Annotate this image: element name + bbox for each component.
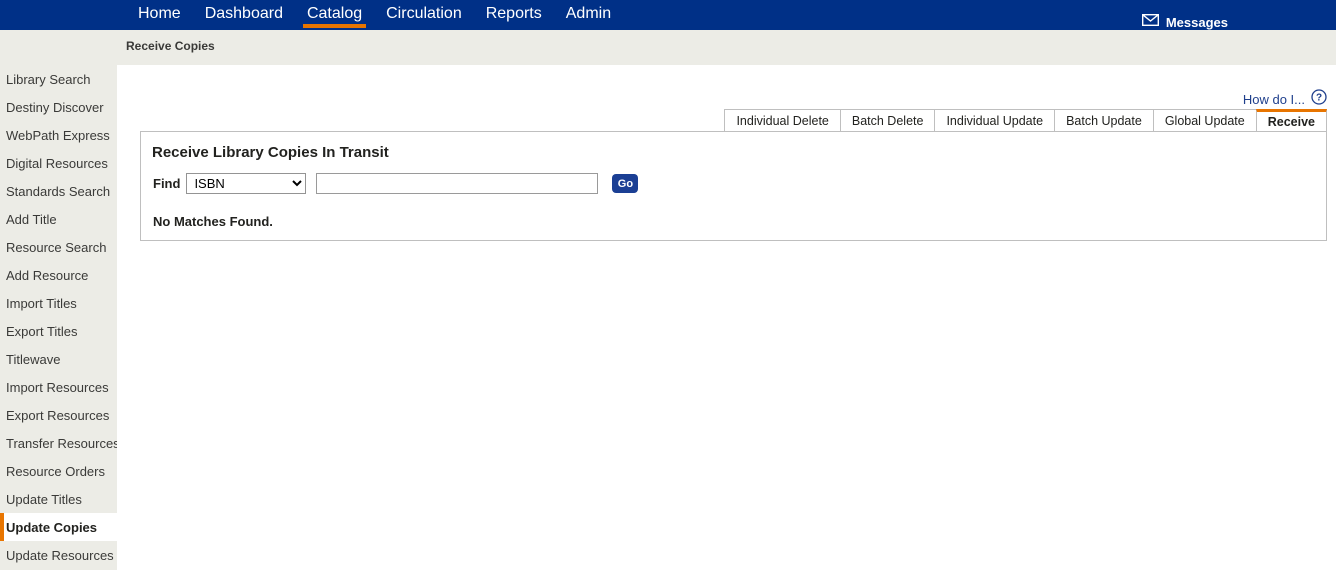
sidebar-item-titlewave[interactable]: Titlewave [0, 345, 117, 373]
sidebar-item-add-title[interactable]: Add Title [0, 205, 117, 233]
sidebar-item-destiny-discover[interactable]: Destiny Discover [0, 93, 117, 121]
how-do-i-help-link[interactable]: How do I... ? [1243, 89, 1327, 110]
tab-individual-delete[interactable]: Individual Delete [724, 109, 839, 132]
top-navigation-items: HomeDashboardCatalogCirculationReportsAd… [126, 0, 623, 26]
nav-item-admin[interactable]: Admin [554, 0, 623, 26]
tab-batch-update[interactable]: Batch Update [1054, 109, 1153, 132]
main-content: How do I... ? Individual DeleteBatch Del… [117, 65, 1336, 570]
sidebar-item-resource-orders[interactable]: Resource Orders [0, 457, 117, 485]
tab-individual-update[interactable]: Individual Update [934, 109, 1054, 132]
tab-receive[interactable]: Receive [1256, 109, 1327, 132]
sidebar-item-import-resources[interactable]: Import Resources [0, 373, 117, 401]
sidebar-item-export-titles[interactable]: Export Titles [0, 317, 117, 345]
sidebar-item-resource-search[interactable]: Resource Search [0, 233, 117, 261]
nav-item-circulation[interactable]: Circulation [374, 0, 474, 26]
breadcrumb: Receive Copies [126, 39, 215, 53]
sidebar-item-add-resource[interactable]: Add Resource [0, 261, 117, 289]
tab-strip: Individual DeleteBatch DeleteIndividual … [724, 109, 1327, 132]
sidebar-item-standards-search[interactable]: Standards Search [0, 177, 117, 205]
top-navigation-bar: HomeDashboardCatalogCirculationReportsAd… [0, 0, 1336, 30]
question-mark-circle-icon[interactable]: ? [1311, 89, 1327, 110]
sidebar-item-update-copies[interactable]: Update Copies [0, 513, 118, 541]
sidebar-item-update-resources[interactable]: Update Resources [0, 541, 117, 569]
nav-item-home[interactable]: Home [126, 0, 193, 26]
tab-batch-delete[interactable]: Batch Delete [840, 109, 935, 132]
breadcrumb-band: Receive Copies [0, 30, 1336, 65]
sidebar-item-webpath-express[interactable]: WebPath Express [0, 121, 117, 149]
sidebar-item-update-titles[interactable]: Update Titles [0, 485, 117, 513]
panel-title: Receive Library Copies In Transit [152, 144, 389, 161]
sidebar: Library SearchDestiny DiscoverWebPath Ex… [0, 65, 117, 570]
tab-global-update[interactable]: Global Update [1153, 109, 1256, 132]
messages-label: Messages [1166, 15, 1228, 30]
nav-item-reports[interactable]: Reports [474, 0, 554, 26]
envelope-icon [1142, 13, 1159, 31]
sidebar-item-digital-resources[interactable]: Digital Resources [0, 149, 117, 177]
find-row: Find ISBN Go [153, 173, 638, 194]
nav-item-dashboard[interactable]: Dashboard [193, 0, 295, 26]
nav-item-catalog[interactable]: Catalog [295, 0, 374, 26]
receive-panel: Receive Library Copies In Transit Find I… [140, 131, 1327, 241]
find-type-select[interactable]: ISBN [186, 173, 306, 194]
no-matches-message: No Matches Found. [153, 214, 273, 229]
messages-link[interactable]: Messages [1142, 13, 1228, 31]
sidebar-item-transfer-resources[interactable]: Transfer Resources [0, 429, 117, 457]
sidebar-item-library-search[interactable]: Library Search [0, 65, 117, 93]
svg-text:?: ? [1316, 93, 1322, 104]
how-do-i-label: How do I... [1243, 92, 1305, 107]
find-label: Find [153, 176, 180, 191]
find-search-input[interactable] [316, 173, 598, 194]
sidebar-item-import-titles[interactable]: Import Titles [0, 289, 117, 317]
go-button[interactable]: Go [612, 174, 638, 193]
sidebar-item-export-resources[interactable]: Export Resources [0, 401, 117, 429]
